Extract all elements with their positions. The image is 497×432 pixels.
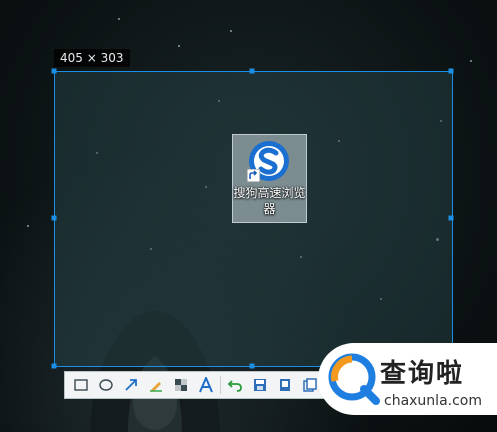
selection-size-label: 405 × 303: [54, 49, 130, 67]
resize-handle-right[interactable]: [448, 215, 454, 221]
resize-handle-bottom[interactable]: [249, 363, 255, 369]
mosaic-tool-icon: [174, 379, 187, 391]
pin-icon: [280, 379, 291, 391]
text-tool-button[interactable]: [193, 373, 218, 397]
pencil-tool-button[interactable]: [143, 373, 168, 397]
arrow-tool-icon: [124, 379, 137, 391]
toolbar-separator: [220, 376, 221, 394]
text-tool-icon: [198, 377, 213, 393]
ellipse-tool-button[interactable]: [93, 373, 118, 397]
ellipse-tool-icon: [98, 379, 113, 391]
arrow-tool-button[interactable]: [118, 373, 143, 397]
resize-handle-top-left[interactable]: [51, 68, 57, 74]
rectangle-tool-icon: [73, 379, 88, 391]
resize-handle-left[interactable]: [51, 215, 57, 221]
pin-button[interactable]: [273, 373, 298, 397]
watermark-url: chaxunla.com: [384, 393, 482, 409]
pencil-tool-icon: [149, 382, 162, 392]
mosaic-tool-button[interactable]: [168, 373, 193, 397]
shortcut-label: 搜狗高速浏览器: [233, 186, 306, 216]
copy-icon: [303, 378, 318, 392]
desktop-shortcut-sogou-browser[interactable]: 搜狗高速浏览器: [232, 134, 307, 223]
watermark-badge: 查询啦 chaxunla.com: [318, 343, 497, 415]
watermark-title: 查询啦: [380, 359, 465, 389]
save-icon: [254, 379, 267, 391]
resize-handle-top-right[interactable]: [448, 68, 454, 74]
screenshot-toolbar: [64, 371, 324, 399]
save-button[interactable]: [248, 373, 273, 397]
resize-handle-top[interactable]: [249, 68, 255, 74]
undo-icon: [228, 380, 243, 392]
magnifier-logo-icon: [328, 353, 380, 405]
shortcut-arrow-icon: [247, 169, 260, 182]
undo-button[interactable]: [223, 373, 248, 397]
rectangle-tool-button[interactable]: [68, 373, 93, 397]
resize-handle-bottom-left[interactable]: [51, 363, 57, 369]
